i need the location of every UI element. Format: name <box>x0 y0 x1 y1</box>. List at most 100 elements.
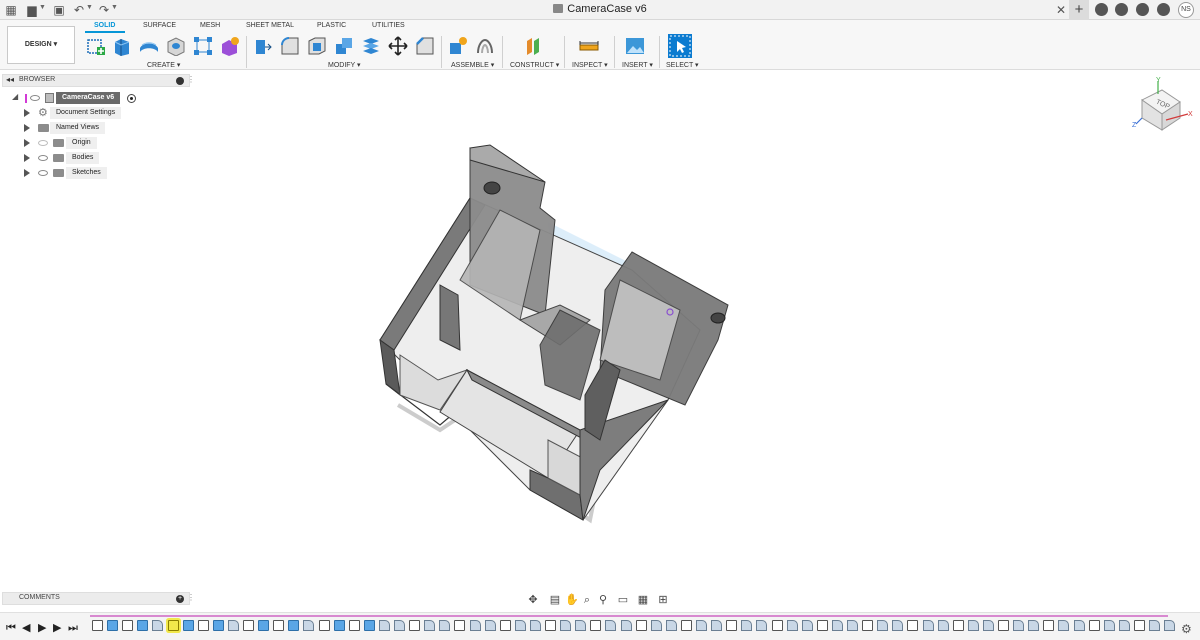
go-to-start-icon[interactable]: ⏮ <box>6 622 16 634</box>
timeline-sketch-icon[interactable] <box>454 620 466 631</box>
look-at-icon[interactable]: ▤ <box>549 594 561 606</box>
timeline-sketch-icon[interactable] <box>952 620 964 631</box>
extrude-icon[interactable] <box>112 36 132 56</box>
browser-header[interactable]: ◂◂ BROWSER ⋮ <box>2 74 195 87</box>
timeline-sketch-icon[interactable] <box>273 620 285 631</box>
timeline-fillet-icon[interactable] <box>303 620 315 631</box>
job-status-icon[interactable] <box>1115 3 1128 16</box>
browser-item-document-settings[interactable]: ⚙ Document Settings <box>24 107 190 119</box>
timeline-sketch-icon[interactable] <box>726 620 738 631</box>
offset-plane-icon[interactable] <box>524 36 544 56</box>
measure-icon[interactable] <box>579 36 599 56</box>
view-cube[interactable]: TOP Y X Z <box>1126 76 1196 136</box>
chamfer-icon[interactable] <box>415 36 435 56</box>
insert-image-icon[interactable] <box>625 36 645 56</box>
timeline-fillet-icon[interactable] <box>484 620 496 631</box>
timeline-fillet-icon[interactable] <box>514 620 526 631</box>
hole-icon[interactable] <box>166 36 186 56</box>
tab-surface[interactable]: SURFACE <box>143 22 176 29</box>
model-canvas[interactable] <box>190 70 1200 610</box>
avatar[interactable]: NS <box>1178 2 1194 18</box>
timeline-fillet-icon[interactable] <box>741 620 753 631</box>
timeline-fillet-icon[interactable] <box>378 620 390 631</box>
timeline-extrude-icon[interactable] <box>107 620 119 631</box>
timeline-sketch-icon[interactable] <box>816 620 828 631</box>
add-comment-icon[interactable]: + <box>176 595 184 603</box>
timeline-fillet-icon[interactable] <box>982 620 994 631</box>
timeline-fillet-icon[interactable] <box>620 620 632 631</box>
timeline-sketch-icon[interactable] <box>122 620 134 631</box>
timeline-fillet-icon[interactable] <box>439 620 451 631</box>
expand-arrow-icon[interactable] <box>24 124 30 132</box>
timeline-sketch-icon[interactable] <box>635 620 647 631</box>
expand-arrow-icon[interactable] <box>24 109 30 117</box>
step-forward-icon[interactable]: ▶ <box>53 622 61 634</box>
timeline-fillet-icon[interactable] <box>877 620 889 631</box>
browser-item-bodies[interactable]: Bodies <box>24 152 190 164</box>
construct-group-label[interactable]: CONSTRUCT ▾ <box>510 61 559 69</box>
expand-arrow-icon[interactable]: ◢ <box>12 92 18 101</box>
timeline-sketch-icon[interactable] <box>499 620 511 631</box>
timeline-fillet-icon[interactable] <box>711 620 723 631</box>
browser-item-named-views[interactable]: Named Views <box>24 122 190 134</box>
close-icon[interactable]: ✕ <box>1056 3 1066 17</box>
timeline-extrude-icon[interactable] <box>137 620 149 631</box>
timeline-sketch-icon[interactable] <box>1043 620 1055 631</box>
timeline-sketch-icon[interactable] <box>348 620 360 631</box>
fit-icon[interactable]: ⚲ <box>597 594 609 606</box>
visibility-eye-icon[interactable] <box>38 155 48 161</box>
timeline-sketch-icon[interactable] <box>197 620 209 631</box>
timeline-fillet-icon[interactable] <box>937 620 949 631</box>
pin-icon[interactable] <box>176 77 184 85</box>
tab-plastic[interactable]: PLASTIC <box>317 22 346 29</box>
timeline-fillet-icon[interactable] <box>1118 620 1130 631</box>
expand-arrow-icon[interactable] <box>24 154 30 162</box>
shell-icon[interactable] <box>307 36 327 56</box>
timeline-sketch-icon[interactable] <box>92 620 103 631</box>
timeline-fillet-icon[interactable] <box>575 620 587 631</box>
timeline-fillet-icon[interactable] <box>786 620 798 631</box>
timeline-sketch-icon[interactable] <box>590 620 602 631</box>
timeline-fillet-icon[interactable] <box>605 620 617 631</box>
timeline-fillet-icon[interactable] <box>227 620 239 631</box>
timeline-fillet-icon[interactable] <box>847 620 858 631</box>
timeline-fillet-icon[interactable] <box>650 620 662 631</box>
timeline-fillet-icon[interactable] <box>801 620 813 631</box>
timeline-fillet-icon[interactable] <box>1073 620 1085 631</box>
plus-icon[interactable]: + <box>1069 0 1089 20</box>
timeline-fillet-icon[interactable] <box>756 620 768 631</box>
timeline-sketch-icon[interactable] <box>409 620 421 631</box>
timeline-extrude-icon[interactable] <box>258 620 270 631</box>
revolve-icon[interactable] <box>139 36 159 56</box>
timeline-sketch-icon[interactable] <box>545 620 556 631</box>
pan-icon[interactable]: ✋ <box>565 594 579 606</box>
move-icon[interactable] <box>388 36 408 56</box>
timeline-sketch-icon[interactable] <box>862 620 874 631</box>
offset-face-icon[interactable] <box>361 36 381 56</box>
timeline-extrude-icon[interactable] <box>288 620 300 631</box>
timeline-fillet-icon[interactable] <box>424 620 436 631</box>
timeline-fillet-icon[interactable] <box>1058 620 1070 631</box>
browser-item-origin[interactable]: Origin <box>24 137 190 149</box>
timeline-fillet-icon[interactable] <box>696 620 707 631</box>
collapse-panel-icon[interactable]: ◂◂ <box>6 75 14 84</box>
comments-panel-header[interactable]: COMMENTS + ⋮ <box>2 592 195 605</box>
timeline-fillet-icon[interactable] <box>665 620 677 631</box>
timeline-extrude-icon[interactable] <box>363 620 375 631</box>
step-back-icon[interactable]: ◀ <box>22 622 30 634</box>
timeline-fillet-icon[interactable] <box>529 620 541 631</box>
timeline-fillet-icon[interactable] <box>892 620 904 631</box>
inspect-group-label[interactable]: INSPECT ▾ <box>572 61 608 69</box>
select-icon[interactable] <box>668 34 692 58</box>
play-icon[interactable]: ▶ <box>38 622 46 634</box>
orbit-icon[interactable]: ✥ <box>527 594 539 606</box>
zoom-icon[interactable]: ⌕ <box>581 594 593 606</box>
press-pull-icon[interactable] <box>253 36 273 56</box>
panel-grip-icon[interactable]: ⋮ <box>187 593 195 602</box>
timeline-sketch-icon[interactable] <box>1088 620 1100 631</box>
timeline-fillet-icon[interactable] <box>1013 620 1025 631</box>
grid-settings-icon[interactable]: ▦ <box>637 594 649 606</box>
timeline-extrude-icon[interactable] <box>212 620 224 631</box>
timeline-fillet-icon[interactable] <box>1103 620 1115 631</box>
select-group-label[interactable]: SELECT ▾ <box>666 61 699 69</box>
